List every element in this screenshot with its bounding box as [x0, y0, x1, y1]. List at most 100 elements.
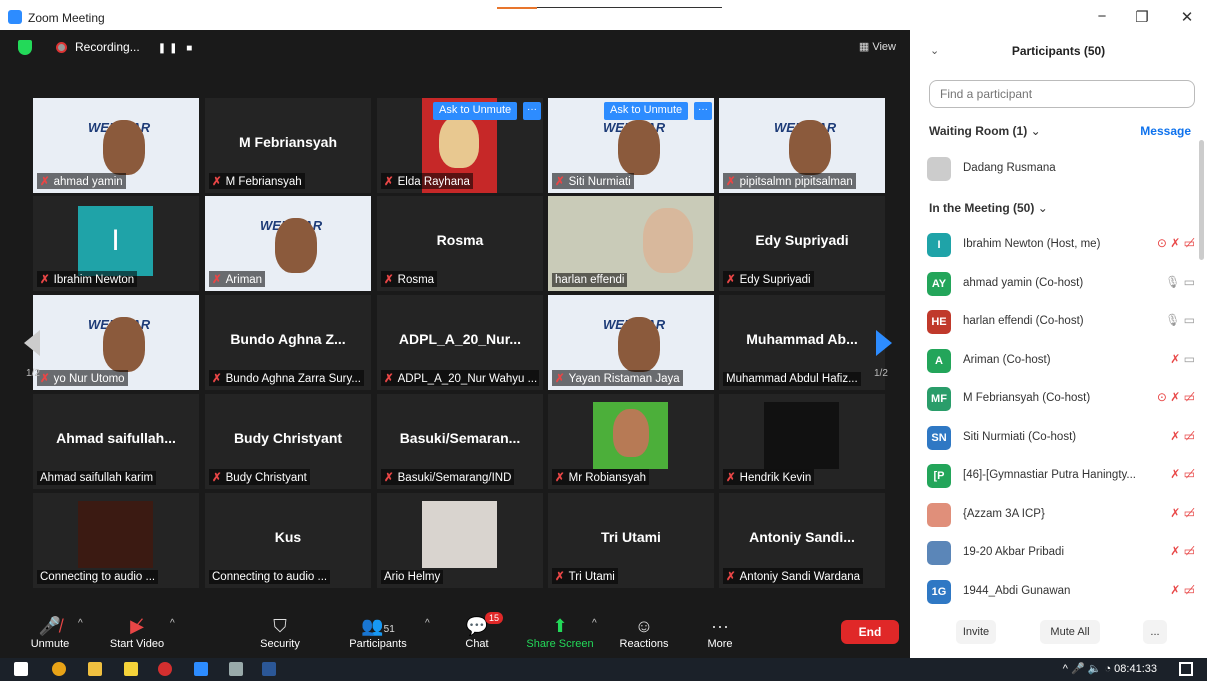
ask-to-unmute-button[interactable]: Ask to Unmute — [604, 102, 689, 120]
participant-status-icons[interactable]: ✗ ▭̸ — [1170, 467, 1195, 481]
windows-start-icon[interactable] — [14, 662, 28, 676]
participant-status-icons[interactable]: 🎙 ▭ — [1165, 313, 1195, 327]
video-tile[interactable]: ✗ Hendrik Kevin — [719, 394, 885, 489]
more-dots-icon: ··· — [711, 616, 729, 636]
video-tile[interactable]: M Febriansyah ✗ M Febriansyah — [205, 98, 371, 193]
avatar: HE — [927, 310, 951, 334]
video-tile[interactable]: I ✗ Ibrahim Newton — [33, 196, 199, 291]
waiting-room-header[interactable]: Waiting Room (1) ⌄ — [929, 124, 1041, 138]
next-page-icon[interactable] — [876, 330, 892, 356]
restore-icon[interactable]: ❐ — [1130, 8, 1154, 26]
more-button[interactable]: ··· More — [680, 614, 760, 650]
participant-status-icons[interactable]: ⊙ ✗ ▭̸ — [1157, 236, 1195, 250]
video-tile[interactable]: Budy Christyant ✗ Budy Christyant — [205, 394, 371, 489]
video-tile[interactable]: Kus Connecting to audio ... — [205, 493, 371, 588]
tile-center-name: Bundo Aghna Z... — [230, 331, 346, 347]
tile-name: Bundo Aghna Zarra Sury... — [225, 373, 361, 385]
video-tile[interactable]: WEBINAR✗ahmad yamin — [33, 98, 199, 193]
video-tile[interactable]: harlan effendi — [548, 196, 714, 291]
video-options-caret[interactable]: ^ — [170, 618, 175, 629]
view-button[interactable]: ▦ View — [859, 40, 896, 53]
meeting-topbar: Recording... ❚❚ ■ ▦ View — [0, 30, 910, 64]
chat-button[interactable]: 💬 15 Chat — [437, 612, 517, 650]
shield-icon[interactable] — [18, 40, 32, 55]
video-tile[interactable]: Basuki/Semaran... ✗ Basuki/Semarang/IND — [377, 394, 543, 489]
video-tile[interactable]: Edy Supriyadi ✗ Edy Supriyadi — [719, 196, 885, 291]
video-tile[interactable]: Tri Utami ✗ Tri Utami — [548, 493, 714, 588]
minimize-icon[interactable]: − — [1090, 8, 1114, 25]
participant-row[interactable]: A Ariman (Co-host) ✗ ▭ — [927, 346, 1195, 376]
participant-row[interactable]: 1G 1944_Abdi Gunawan ✗ ▭̸ — [927, 577, 1195, 607]
tile-name: Ibrahim Newton — [53, 274, 135, 286]
video-tile[interactable]: Ario Helmy — [377, 493, 543, 588]
tile-center-name: Basuki/Semaran... — [399, 430, 521, 446]
recording-indicator[interactable]: Recording... ❚❚ ■ — [48, 36, 204, 58]
video-tile[interactable]: Antoniy Sandi... ✗ Antoniy Sandi Wardana — [719, 493, 885, 588]
video-tile[interactable]: Ask to Unmute ··· ✗ Elda Rayhana — [377, 98, 543, 193]
in-meeting-header[interactable]: In the Meeting (50) ⌄ — [929, 201, 1048, 215]
start-video-button[interactable]: ▶̸ Start Video — [97, 614, 177, 650]
video-tile[interactable]: ✗ Mr Robiansyah — [548, 394, 714, 489]
reactions-button[interactable]: ☺ Reactions — [604, 614, 684, 650]
participant-status-icons[interactable]: ⊙ ✗ ▭̸ — [1157, 390, 1195, 404]
pause-stop-icons[interactable]: ❚❚ ■ — [158, 43, 196, 54]
prev-page-icon[interactable] — [24, 330, 40, 356]
participants-button[interactable]: 👥51 Participants — [338, 614, 418, 650]
participant-row[interactable]: 19-20 Akbar Pribadi ✗ ▭̸ — [927, 538, 1195, 568]
participant-status-icons[interactable]: ✗ ▭ — [1170, 352, 1195, 366]
tray-icons[interactable]: ^ 🎤 🔈 ◔ — [1063, 663, 1114, 675]
tile-name-label: ✗ Siti Nurmiati — [552, 173, 634, 189]
reactions-icon: ☺ — [634, 616, 654, 636]
sticky-notes-icon[interactable] — [124, 662, 138, 676]
video-tile[interactable]: ADPL_A_20_Nur... ✗ ADPL_A_20_Nur Wahyu ... — [377, 295, 543, 390]
invite-button[interactable]: Invite — [956, 620, 996, 644]
participant-name: Ariman (Co-host) — [963, 353, 1051, 366]
panel-scrollbar[interactable] — [1199, 140, 1204, 260]
end-meeting-button[interactable]: End — [841, 620, 899, 644]
mute-all-button[interactable]: Mute All — [1040, 620, 1100, 644]
share-screen-button[interactable]: ⬆ Share Screen — [520, 614, 600, 650]
opera-icon[interactable] — [158, 662, 172, 676]
audio-options-caret[interactable]: ^ — [78, 618, 83, 629]
video-tile[interactable]: WEBINAR✗pipitsalmn pipitsalman — [719, 98, 885, 193]
video-tile[interactable]: WEBINAR✗Yayan Ristaman Jaya — [548, 295, 714, 390]
participant-row[interactable]: {Azzam 3A ICP} ✗ ▭̸ — [927, 500, 1195, 530]
video-tile[interactable]: Bundo Aghna Z... ✗ Bundo Aghna Zarra Sury.… — [205, 295, 371, 390]
participant-status-icons[interactable]: ✗ ▭̸ — [1170, 544, 1195, 558]
participant-status-icons[interactable]: ✗ ▭̸ — [1170, 429, 1195, 443]
video-tile[interactable]: Muhammad Ab... Muhammad Abdul Hafiz... — [719, 295, 885, 390]
video-tile[interactable]: WEBINARAsk to Unmute···✗Siti Nurmiati — [548, 98, 714, 193]
participant-search-input[interactable] — [929, 80, 1195, 108]
video-tile[interactable]: WEBINAR✗Ariman — [205, 196, 371, 291]
app-icon[interactable] — [229, 662, 243, 676]
participant-row[interactable]: MF M Febriansyah (Co-host) ⊙ ✗ ▭̸ — [927, 384, 1195, 414]
chrome-icon[interactable] — [52, 662, 66, 676]
clock[interactable]: 08:41:33 — [1114, 663, 1157, 675]
word-icon[interactable] — [262, 662, 276, 676]
video-tile[interactable]: Connecting to audio ... — [33, 493, 199, 588]
file-explorer-icon[interactable] — [88, 662, 102, 676]
notification-icon[interactable] — [1179, 662, 1193, 676]
participant-row[interactable]: SN Siti Nurmiati (Co-host) ✗ ▭̸ — [927, 423, 1195, 453]
participant-status-icons[interactable]: 🎙 ▭ — [1165, 275, 1195, 289]
participant-status-icons[interactable]: ✗ ▭̸ — [1170, 506, 1195, 520]
close-icon[interactable]: ✕ — [1175, 8, 1199, 26]
security-button[interactable]: ⛉ Security — [240, 614, 320, 650]
participants-caret[interactable]: ^ — [425, 618, 430, 629]
participant-row[interactable]: AY ahmad yamin (Co-host) 🎙 ▭ — [927, 269, 1195, 299]
tile-more-button[interactable]: ··· — [694, 102, 712, 120]
ask-to-unmute-button[interactable]: Ask to Unmute — [433, 102, 518, 120]
participant-status-icons[interactable]: ✗ ▭̸ — [1170, 583, 1195, 597]
zoom-taskbar-icon[interactable] — [194, 662, 208, 676]
message-link[interactable]: Message — [1140, 124, 1191, 138]
share-options-caret[interactable]: ^ — [592, 618, 597, 629]
video-tile[interactable]: WEBINAR✗yo Nur Utomo — [33, 295, 199, 390]
panel-more-button[interactable]: ... — [1143, 620, 1167, 644]
video-tile[interactable]: Rosma ✗ Rosma — [377, 196, 543, 291]
participant-row[interactable]: I Ibrahim Newton (Host, me) ⊙ ✗ ▭̸ — [927, 230, 1195, 260]
video-tile[interactable]: Ahmad saifullah... Ahmad saifullah karim — [33, 394, 199, 489]
participant-row[interactable]: [P [46]-[Gymnastiar Putra Haningty... ✗ ▭̸ — [927, 461, 1195, 491]
tile-more-button[interactable]: ··· — [523, 102, 541, 120]
waiting-participant[interactable]: Dadang Rusmana — [927, 154, 1195, 184]
participant-row[interactable]: HE harlan effendi (Co-host) 🎙 ▭ — [927, 307, 1195, 337]
